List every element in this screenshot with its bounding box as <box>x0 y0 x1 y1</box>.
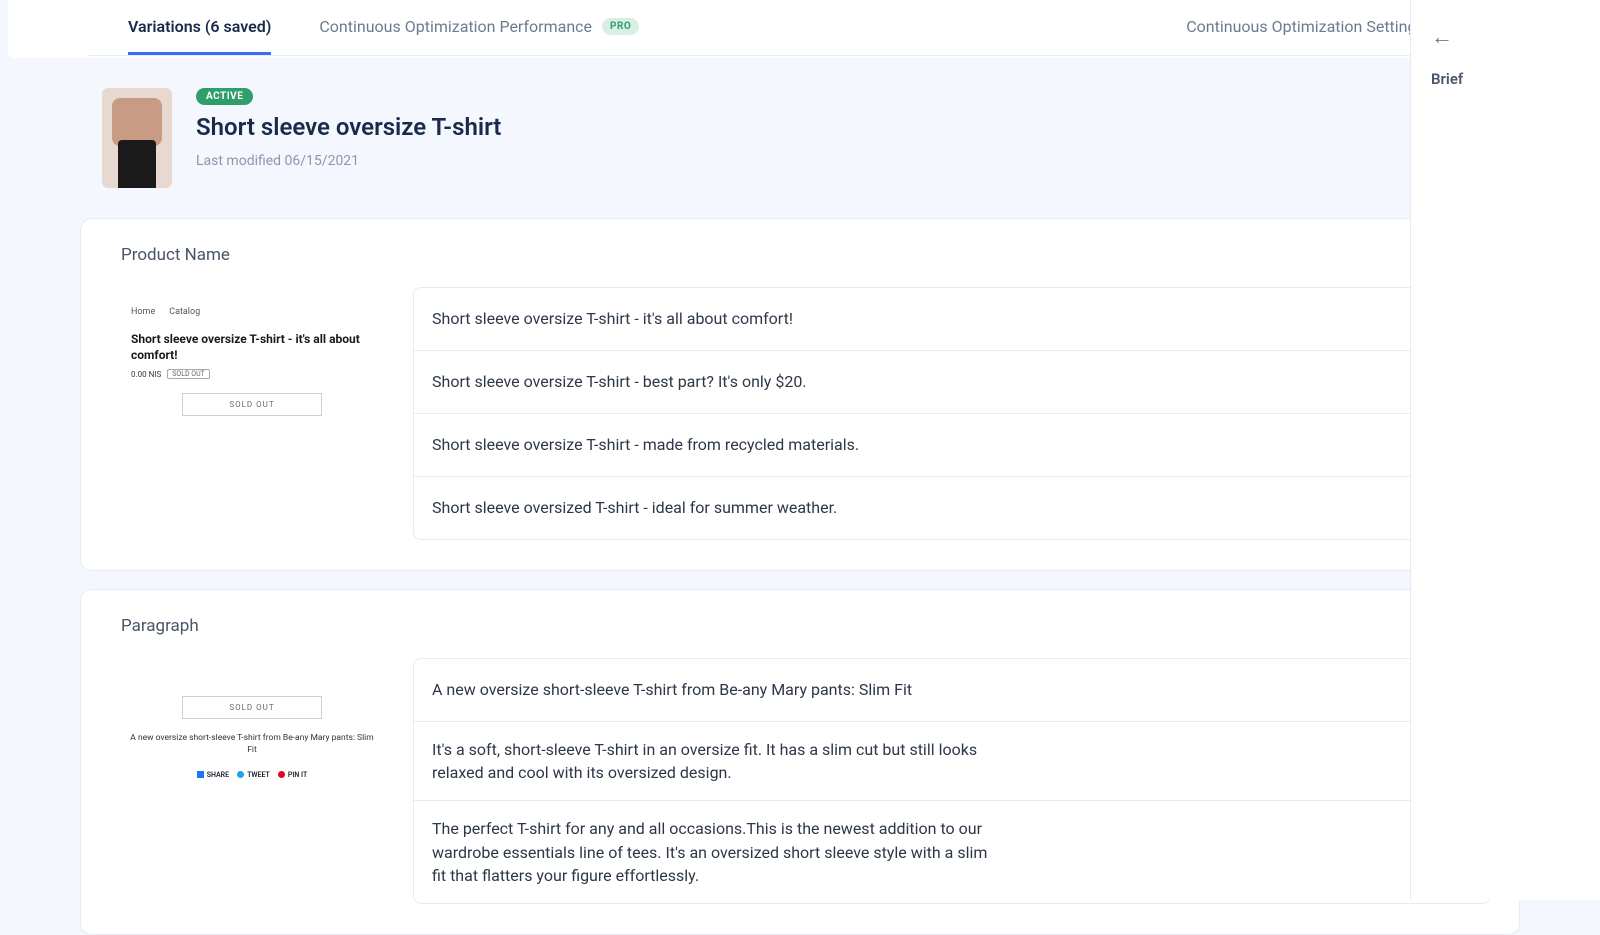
pro-badge: PRO <box>602 18 639 35</box>
preview-paragraph: A new oversize short-sleeve T-shirt from… <box>129 733 375 757</box>
variation-list: Short sleeve oversize T-shirt - it's all… <box>413 287 1491 540</box>
product-header: ACTIVE Short sleeve oversize T-shirt Las… <box>102 88 1520 188</box>
product-thumbnail <box>102 88 172 188</box>
card-title: Product Name <box>121 245 230 265</box>
variation-row[interactable]: Short sleeve oversize T-shirt - made fro… <box>414 414 1490 477</box>
preview-soldout-button: SOLD OUT <box>182 393 322 416</box>
variation-text: The perfect T-shirt for any and all occa… <box>432 817 992 887</box>
preview-nav-catalog: Catalog <box>169 307 200 317</box>
variation-text: Short sleeve oversize T-shirt - best par… <box>432 370 807 393</box>
preview-soldout-badge: SOLD OUT <box>167 369 210 379</box>
variation-row[interactable]: Short sleeve oversize T-shirt - best par… <box>414 351 1490 414</box>
variation-text: Short sleeve oversize T-shirt - made fro… <box>432 433 859 456</box>
right-panel: ← Brief <box>1410 0 1600 900</box>
card-title: Paragraph <box>121 616 199 636</box>
product-name-card: Product Name Home Catalog Short sleeve o… <box>80 218 1520 571</box>
tab-label: Variations (6 saved) <box>128 17 271 36</box>
variation-text: A new oversize short-sleeve T-shirt from… <box>432 678 912 701</box>
status-badge: ACTIVE <box>196 88 253 105</box>
preview-box: Home Catalog Short sleeve oversize T-shi… <box>121 287 383 540</box>
preview-nav-home: Home <box>131 307 155 317</box>
variation-text: Short sleeve oversized T-shirt - ideal f… <box>432 496 837 519</box>
paragraph-card: Paragraph SOLD OUT A new oversize short-… <box>80 589 1520 935</box>
tab-performance[interactable]: Continuous Optimization Performance PRO <box>319 1 639 55</box>
tweet-icon: TWEET <box>237 771 270 779</box>
variation-row[interactable]: It's a soft, short-sleeve T-shirt in an … <box>414 722 1490 801</box>
preview-box: SOLD OUT A new oversize short-sleeve T-s… <box>121 658 383 904</box>
last-modified: Last modified 06/15/2021 <box>196 153 501 169</box>
variation-list: A new oversize short-sleeve T-shirt from… <box>413 658 1491 904</box>
preview-price: 0.00 NIS <box>131 370 161 379</box>
variation-row[interactable]: Short sleeve oversized T-shirt - ideal f… <box>414 477 1490 539</box>
preview-title: Short sleeve oversize T-shirt - it's all… <box>129 331 375 363</box>
brief-label[interactable]: Brief <box>1431 70 1580 88</box>
variation-row[interactable]: The perfect T-shirt for any and all occa… <box>414 801 1490 903</box>
share-icon: SHARE <box>197 771 229 779</box>
content-area: ACTIVE Short sleeve oversize T-shirt Las… <box>0 58 1600 935</box>
variation-row[interactable]: A new oversize short-sleeve T-shirt from… <box>414 659 1490 722</box>
variation-text: Short sleeve oversize T-shirt - it's all… <box>432 307 793 330</box>
pin-icon: PIN IT <box>278 771 307 779</box>
variation-text: It's a soft, short-sleeve T-shirt in an … <box>432 738 992 784</box>
back-arrow-icon[interactable]: ← <box>1431 24 1580 50</box>
tab-variations[interactable]: Variations (6 saved) <box>128 1 271 55</box>
product-title: Short sleeve oversize T-shirt <box>196 113 501 141</box>
tabs-bar: Variations (6 saved) Continuous Optimiza… <box>88 0 1512 56</box>
variation-row[interactable]: Short sleeve oversize T-shirt - it's all… <box>414 288 1490 351</box>
tab-label: Continuous Optimization Performance <box>319 17 592 36</box>
preview-soldout-button: SOLD OUT <box>182 696 322 719</box>
tab-label: Continuous Optimization Settings <box>1186 17 1424 36</box>
